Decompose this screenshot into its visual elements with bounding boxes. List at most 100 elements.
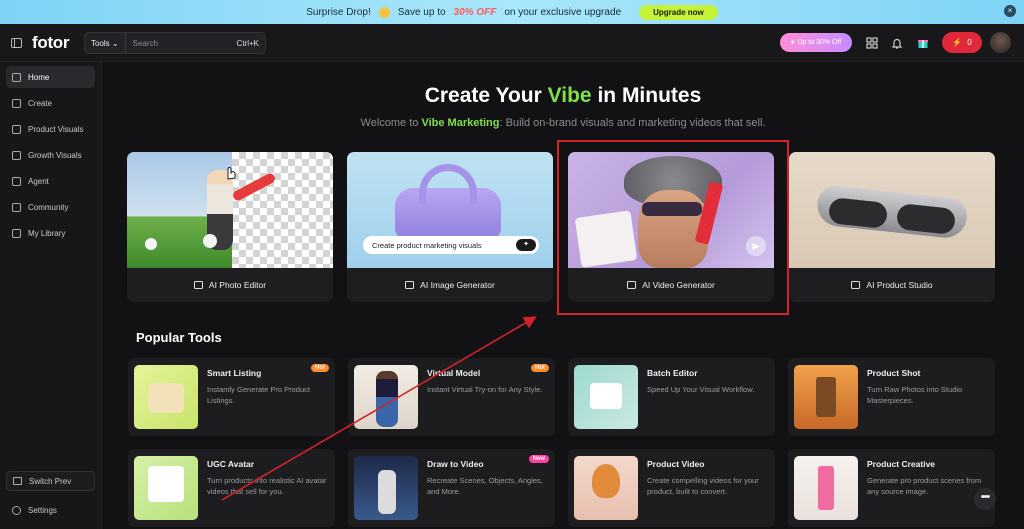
sidebar-item-community[interactable]: Community bbox=[6, 196, 95, 218]
virtual-model-thumb bbox=[354, 365, 418, 429]
settings-button[interactable]: Settings bbox=[6, 499, 95, 521]
tool-product-video[interactable]: Product Video Create compelling videos f… bbox=[568, 449, 775, 527]
top-bar: fotor Tools ⌄ Search Ctrl+K ♦ Up to 30% … bbox=[0, 24, 1024, 62]
sidebar-toggle-icon[interactable] bbox=[11, 37, 22, 48]
sidebar-item-label: Home bbox=[28, 72, 50, 82]
grid-apps-icon[interactable] bbox=[866, 37, 878, 49]
tool-batch-editor[interactable]: Batch Editor Speed Up Your Visual Workfl… bbox=[568, 358, 775, 436]
sidebar-item-label: Agent bbox=[28, 176, 49, 186]
growth-icon bbox=[12, 150, 21, 160]
image-generator-image: Create product marketing visuals ✦ bbox=[347, 152, 553, 268]
tool-title: Draw to Video bbox=[427, 459, 484, 469]
tool-desc: Speed Up Your Visual Workflow. bbox=[647, 385, 755, 394]
hero-title: Create Your Vibe in Minutes bbox=[102, 84, 1024, 108]
promo-pill-label: Up to 30% Off bbox=[797, 39, 842, 46]
sidebar-item-my-library[interactable]: My Library bbox=[6, 222, 95, 244]
lightning-icon: ⚡ bbox=[952, 38, 963, 47]
tool-desc: Turn products into realistic AI avatar v… bbox=[207, 476, 327, 496]
card-ai-image-generator[interactable]: Create product marketing visuals ✦ AI Ima… bbox=[347, 152, 553, 302]
tool-title: UGC Avatar bbox=[207, 459, 255, 469]
banner-text-b: Save up to bbox=[397, 6, 446, 18]
tool-title: Product Creative bbox=[867, 459, 936, 469]
tool-desc: Instant Virtual Try-on for Any Style. bbox=[427, 385, 543, 394]
banner-close-icon[interactable]: × bbox=[1004, 5, 1016, 17]
tools-dropdown[interactable]: Tools ⌄ bbox=[85, 33, 126, 53]
sidebar-item-growth-visuals[interactable]: Growth Visuals bbox=[6, 144, 95, 166]
tool-title: Batch Editor bbox=[647, 368, 698, 378]
promo-banner: Surprise Drop! Save up to 30% OFF on you… bbox=[0, 0, 1024, 24]
card-ai-product-studio[interactable]: AI Product Studio bbox=[789, 152, 995, 302]
batch-editor-thumb bbox=[574, 365, 638, 429]
tool-product-shot[interactable]: Product Shot Turn Raw Photos into Studio… bbox=[788, 358, 995, 436]
product-shot-thumb bbox=[794, 365, 858, 429]
upgrade-now-button[interactable]: Upgrade now bbox=[639, 4, 718, 20]
card-caption: AI Image Generator bbox=[347, 268, 553, 302]
hand-cursor-icon bbox=[227, 167, 236, 180]
sidebar-item-label: Growth Visuals bbox=[28, 150, 82, 160]
hero-title-vibe: Vibe bbox=[547, 84, 592, 107]
tool-title: Product Shot bbox=[867, 368, 921, 378]
ball-deco bbox=[145, 238, 157, 250]
bell-icon[interactable] bbox=[891, 37, 903, 49]
user-avatar[interactable] bbox=[990, 32, 1011, 53]
hot-badge: Hot bbox=[311, 364, 329, 372]
image-icon bbox=[405, 281, 415, 289]
product-studio-image bbox=[789, 152, 995, 268]
tool-desc: Generate pro product scenes from any sou… bbox=[867, 476, 982, 496]
card-ai-photo-editor[interactable]: AI Photo Editor bbox=[127, 152, 333, 302]
tool-title: Product Video bbox=[647, 459, 705, 469]
tool-product-creative[interactable]: Product Creative Generate pro product sc… bbox=[788, 449, 995, 527]
switch-prev-button[interactable]: Switch Prev bbox=[6, 471, 95, 491]
main-content: Create Your Vibe in Minutes Welcome to V… bbox=[102, 62, 1024, 529]
gear-icon bbox=[12, 505, 21, 515]
highlight-box bbox=[557, 140, 789, 315]
more-options-button[interactable]: ••• bbox=[974, 488, 996, 510]
credits-count: 0 bbox=[967, 38, 972, 47]
sidebar-item-product-visuals[interactable]: Product Visuals bbox=[6, 118, 95, 140]
sidebar-item-label: My Library bbox=[28, 228, 66, 238]
fotor-logo[interactable]: fotor bbox=[32, 33, 70, 53]
promo-pill-button[interactable]: ♦ Up to 30% Off bbox=[780, 33, 852, 52]
sidebar-item-label: Community bbox=[28, 202, 69, 212]
search-input[interactable]: Search bbox=[126, 39, 237, 48]
tool-virtual-model[interactable]: Virtual Model Instant Virtual Try-on for… bbox=[348, 358, 555, 436]
sidebar-item-agent[interactable]: Agent bbox=[6, 170, 95, 192]
gift-emoji-icon bbox=[378, 6, 390, 18]
banner-highlight: 30% OFF bbox=[453, 6, 497, 18]
search-bar[interactable]: Tools ⌄ Search Ctrl+K bbox=[84, 32, 266, 54]
monitor-icon bbox=[13, 477, 22, 485]
sidebar-item-label: Create bbox=[28, 98, 53, 108]
card-label: AI Photo Editor bbox=[208, 280, 267, 290]
tool-desc: Turn Raw Photos into Studio Masterpieces… bbox=[867, 385, 963, 405]
hero-title-a: Create Your bbox=[424, 84, 548, 107]
smart-listing-thumb bbox=[134, 365, 198, 429]
tool-desc: Create compelling videos for your produc… bbox=[647, 476, 759, 496]
bag-icon bbox=[12, 124, 21, 134]
folder-icon bbox=[12, 228, 21, 238]
product-video-thumb bbox=[574, 456, 638, 520]
credits-button[interactable]: ⚡ 0 bbox=[942, 32, 982, 53]
tools-label: Tools bbox=[91, 38, 110, 48]
tool-desc: Instantly Generate Pro Product Listings. bbox=[207, 385, 310, 405]
tool-desc: Recreate Scenes, Objects, Angles, and Mo… bbox=[427, 476, 543, 496]
magic-wand-icon bbox=[193, 281, 203, 289]
tool-title: Smart Listing bbox=[207, 368, 262, 378]
photo-editor-image bbox=[127, 152, 333, 268]
tool-title: Virtual Model bbox=[427, 368, 481, 378]
transparency-checker bbox=[232, 152, 333, 268]
sidebar-item-create[interactable]: Create bbox=[6, 92, 95, 114]
agent-icon bbox=[12, 176, 21, 186]
tool-smart-listing[interactable]: Smart Listing Instantly Generate Pro Pro… bbox=[128, 358, 335, 436]
tool-draw-to-video[interactable]: Draw to Video Recreate Scenes, Objects, … bbox=[348, 449, 555, 527]
sidebar-item-home[interactable]: Home bbox=[6, 66, 95, 88]
tool-ugc-avatar[interactable]: UGC Avatar Turn products into realistic … bbox=[128, 449, 335, 527]
new-badge: New bbox=[528, 455, 549, 463]
gift-icon[interactable] bbox=[917, 37, 929, 49]
prompt-overlay: Create product marketing visuals ✦ bbox=[363, 236, 539, 254]
sparkle-icon bbox=[12, 98, 21, 108]
hero-subtitle: Welcome to Vibe Marketing: Build on-bran… bbox=[102, 117, 1024, 129]
diamond-icon: ♦ bbox=[790, 39, 795, 46]
bag-icon bbox=[851, 281, 861, 289]
community-icon bbox=[12, 202, 21, 212]
subtitle-post: : Build on-brand visuals and marketing v… bbox=[499, 117, 766, 129]
